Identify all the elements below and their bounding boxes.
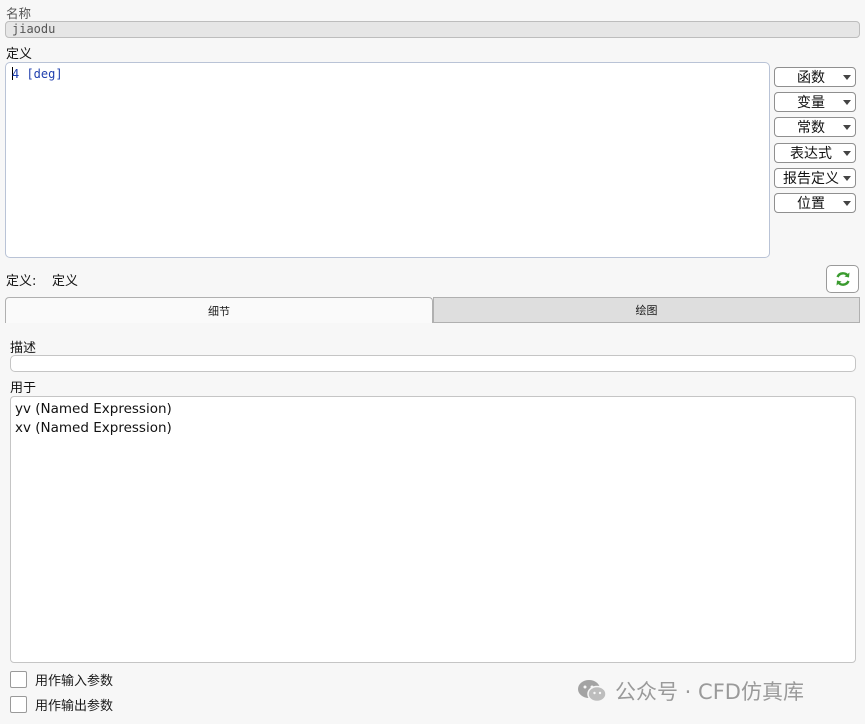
report-definitions-label: 报告定义 xyxy=(783,171,839,187)
chevron-down-icon xyxy=(843,124,851,130)
input-parameter-label: 用作输入参数 xyxy=(35,674,114,689)
tab-plot[interactable]: 绘图 xyxy=(433,297,860,323)
refresh-button[interactable] xyxy=(826,265,859,293)
chevron-down-icon xyxy=(843,150,851,156)
status-label: 定义: xyxy=(6,274,37,289)
name-label: 名称 xyxy=(6,6,32,21)
list-item[interactable]: xv (Named Expression) xyxy=(15,419,851,438)
output-parameter-checkbox[interactable] xyxy=(10,696,27,713)
constants-label: 常数 xyxy=(797,120,825,136)
constants-dropdown-button[interactable]: 常数 xyxy=(774,117,856,137)
input-parameter-row[interactable]: 用作输入参数 xyxy=(10,670,113,689)
variables-label: 变量 xyxy=(797,95,825,111)
chevron-down-icon xyxy=(843,175,851,181)
expressions-dropdown-button[interactable]: 表达式 xyxy=(774,143,856,163)
chevron-down-icon xyxy=(843,99,851,105)
input-parameter-checkbox[interactable] xyxy=(10,671,27,688)
report-definitions-dropdown-button[interactable]: 报告定义 xyxy=(774,168,856,188)
description-label: 描述 xyxy=(10,341,37,356)
functions-label: 函数 xyxy=(797,70,825,86)
definition-text: 4 [deg] xyxy=(12,67,63,81)
output-parameter-row[interactable]: 用作输出参数 xyxy=(10,695,113,714)
watermark: 公众号 · CFD仿真库 xyxy=(577,676,804,706)
refresh-icon xyxy=(835,272,850,286)
name-field[interactable]: jiaodu xyxy=(5,21,860,38)
description-input[interactable] xyxy=(10,355,856,372)
locations-dropdown-button[interactable]: 位置 xyxy=(774,193,856,213)
tab-details[interactable]: 细节 xyxy=(5,297,433,323)
watermark-text: 公众号 · CFD仿真库 xyxy=(615,680,804,704)
locations-label: 位置 xyxy=(797,196,825,212)
definition-editor[interactable]: 4 [deg] xyxy=(5,62,770,258)
list-item[interactable]: yv (Named Expression) xyxy=(15,400,851,419)
functions-dropdown-button[interactable]: 函数 xyxy=(774,67,856,87)
chevron-down-icon xyxy=(843,200,851,206)
used-in-label: 用于 xyxy=(10,381,37,396)
variables-dropdown-button[interactable]: 变量 xyxy=(774,92,856,112)
status-value: 定义 xyxy=(52,274,79,289)
chevron-down-icon xyxy=(843,74,851,80)
definition-label: 定义 xyxy=(6,47,33,62)
output-parameter-label: 用作输出参数 xyxy=(35,699,114,714)
expressions-label: 表达式 xyxy=(790,146,832,162)
used-in-list[interactable]: yv (Named Expression) xv (Named Expressi… xyxy=(10,396,856,663)
wechat-icon xyxy=(578,680,607,703)
